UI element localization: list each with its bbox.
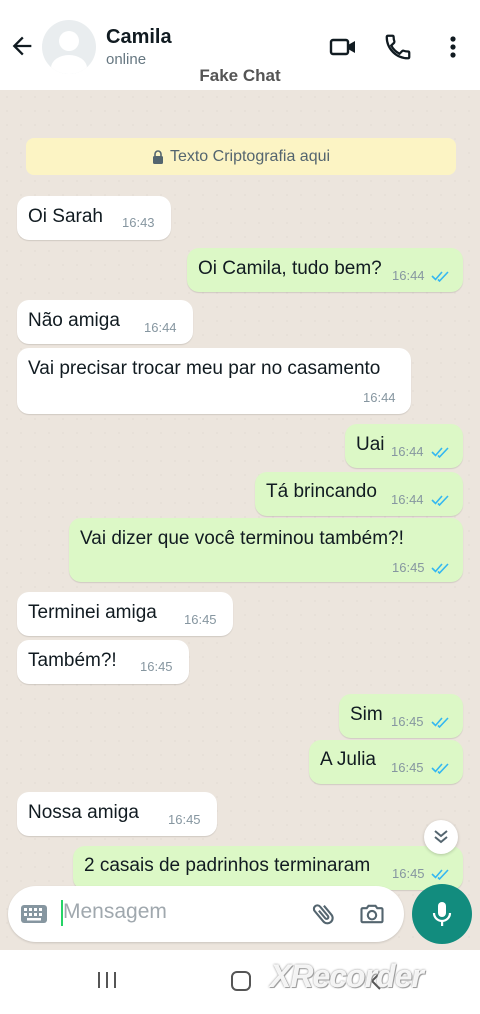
overlay-label: Fake Chat (199, 66, 281, 85)
message-time: 16:45 (168, 812, 201, 827)
keyboard-icon[interactable] (20, 904, 48, 924)
message-time: 16:44 (391, 492, 424, 507)
phone-call-icon[interactable] (383, 32, 413, 62)
read-receipt-icon (431, 763, 449, 774)
message-bubble-outgoing[interactable]: Oi Camila, tudo bem? 16:44 (187, 248, 463, 292)
message-time: 16:45 (184, 612, 217, 627)
attach-icon[interactable] (310, 900, 338, 928)
message-text: Sim (350, 704, 383, 725)
microphone-icon (432, 902, 452, 926)
voice-message-button[interactable] (412, 884, 472, 944)
encryption-text: Texto Criptografia aqui (169, 147, 331, 165)
read-receipt-icon (431, 447, 449, 458)
double-chevron-down-icon (434, 830, 448, 844)
lock-icon (152, 149, 163, 164)
message-input[interactable]: Mensagem (63, 900, 167, 924)
message-bubble-outgoing[interactable]: A Julia 16:45 (309, 740, 463, 784)
message-composer[interactable]: Mensagem (8, 886, 404, 942)
message-text: 2 casais de padrinhos terminaram (84, 855, 371, 876)
message-text: Oi Camila, tudo bem? (198, 258, 382, 279)
message-bubble-outgoing[interactable]: Vai dizer que você terminou também?! 16:… (69, 518, 463, 582)
chat-area[interactable]: Texto Criptografia aqui Oi Sarah 16:43 O… (0, 90, 480, 950)
message-time: 16:45 (391, 714, 424, 729)
back-arrow-icon[interactable] (8, 32, 36, 60)
message-time: 16:45 (392, 866, 425, 881)
message-text: A Julia (320, 749, 376, 770)
read-receipt-icon (431, 869, 449, 880)
recent-apps-icon[interactable] (96, 970, 118, 990)
message-text: Tá brincando (266, 481, 377, 502)
camera-icon[interactable] (358, 900, 386, 928)
video-call-icon[interactable] (328, 32, 358, 62)
message-bubble-incoming[interactable]: Terminei amiga 16:45 (17, 592, 233, 636)
message-bubble-incoming[interactable]: Oi Sarah 16:43 (17, 196, 171, 240)
message-time: 16:44 (392, 268, 425, 283)
recorder-watermark: XRecorder (270, 958, 424, 994)
message-text: Oi Sarah (28, 206, 103, 227)
message-bubble-outgoing[interactable]: Sim 16:45 (339, 694, 463, 738)
message-time: 16:44 (363, 390, 396, 405)
message-time: 16:45 (392, 560, 425, 575)
message-bubble-incoming[interactable]: Também?! 16:45 (17, 640, 189, 684)
message-time: 16:44 (391, 444, 424, 459)
message-text: Terminei amiga (28, 602, 157, 623)
message-text: Nossa amiga (28, 802, 139, 823)
contact-name[interactable]: Camila (106, 26, 172, 49)
message-bubble-incoming[interactable]: Não amiga 16:44 (17, 300, 193, 344)
message-time: 16:44 (144, 320, 177, 335)
encryption-banner[interactable]: Texto Criptografia aqui (26, 138, 456, 175)
read-receipt-icon (431, 717, 449, 728)
read-receipt-icon (431, 495, 449, 506)
message-bubble-outgoing[interactable]: 2 casais de padrinhos terminaram 16:45 (73, 846, 463, 890)
scroll-to-bottom-button[interactable] (424, 820, 458, 854)
message-text: Uai (356, 434, 385, 455)
message-text: Vai dizer que você terminou também?! (80, 528, 404, 549)
message-time: 16:45 (140, 659, 173, 674)
message-bubble-incoming[interactable]: Vai precisar trocar meu par no casamento… (17, 348, 411, 414)
read-receipt-icon (431, 563, 449, 574)
message-text: Vai precisar trocar meu par no casamento (28, 358, 381, 379)
message-bubble-outgoing[interactable]: Tá brincando 16:44 (255, 472, 463, 516)
message-bubble-outgoing[interactable]: Uai 16:44 (345, 424, 463, 468)
message-time: 16:45 (391, 760, 424, 775)
home-icon[interactable] (230, 970, 252, 992)
message-time: 16:43 (122, 215, 155, 230)
message-bubble-incoming[interactable]: Nossa amiga 16:45 (17, 792, 217, 836)
message-text: Não amiga (28, 310, 120, 331)
read-receipt-icon (431, 271, 449, 282)
message-text: Também?! (28, 650, 117, 671)
more-options-icon[interactable] (438, 32, 468, 62)
chat-header: Camila online Fake Chat (0, 0, 480, 90)
